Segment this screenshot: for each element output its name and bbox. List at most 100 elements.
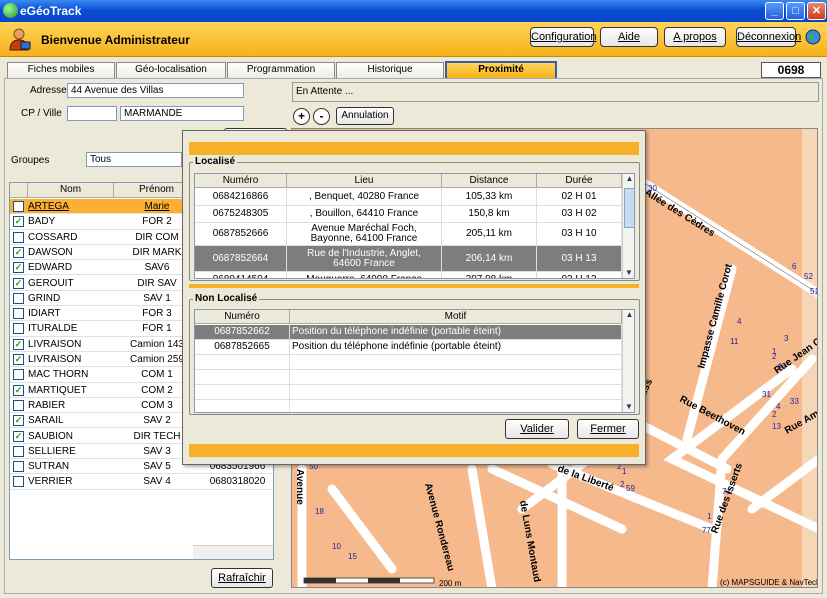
cp-input[interactable] xyxy=(67,106,117,121)
globe-icon[interactable] xyxy=(805,29,821,45)
zoom-in-button[interactable]: + xyxy=(293,108,310,125)
address-number: 43 xyxy=(777,362,786,371)
non-localise-row[interactable]: 0687852662 Position du téléphone indéfini… xyxy=(195,325,622,340)
empty-row xyxy=(195,385,622,400)
row-checkbox[interactable]: ✓ xyxy=(13,384,24,396)
apropos-button[interactable]: A propos xyxy=(664,27,726,47)
tab-programmation[interactable]: Programmation xyxy=(227,62,335,78)
cell-numero: 0687852662 xyxy=(195,325,290,339)
dialog-top-bar xyxy=(189,142,639,155)
proximity-dialog: Localisé Numéro Lieu Distance Durée 0684… xyxy=(182,130,646,465)
cell-numero: 0684216866 xyxy=(195,189,287,205)
rafraichir-button[interactable]: Rafraîchir xyxy=(211,568,273,588)
row-nom: COSSARD xyxy=(28,231,78,243)
nl-numero-header[interactable]: Numéro xyxy=(195,310,290,324)
row-checkbox[interactable]: ✓ xyxy=(13,262,24,274)
cell-distance: 206,14 km xyxy=(442,246,537,271)
row-checkbox[interactable] xyxy=(13,369,24,381)
configuration-button[interactable]: Configuration xyxy=(530,27,596,47)
row-checkbox[interactable] xyxy=(13,476,24,488)
cell-duree: 03 H 12 xyxy=(537,272,622,278)
address-number: 71 xyxy=(722,487,731,496)
cell-numero: 0687852664 xyxy=(195,246,287,271)
duree-header[interactable]: Durée xyxy=(537,174,622,188)
cpville-label: CP / Ville xyxy=(21,108,62,119)
row-nom: BADY xyxy=(28,216,56,228)
aide-button[interactable]: Aide xyxy=(600,27,658,47)
row-checkbox[interactable] xyxy=(13,231,24,243)
address-number: 2 xyxy=(772,352,777,361)
svg-text:200 m: 200 m xyxy=(439,579,462,588)
row-checkbox[interactable]: ✓ xyxy=(13,415,24,427)
address-number: 2 xyxy=(772,410,777,419)
groupes-select[interactable]: Tous xyxy=(86,152,182,167)
tab-geo-localisation[interactable]: Géo-localisation xyxy=(116,62,226,78)
tab-historique[interactable]: Historique xyxy=(336,62,444,78)
cell-numero: 0687852665 xyxy=(195,340,290,354)
tab-proximite[interactable]: Proximité xyxy=(445,61,557,78)
row-checkbox[interactable]: ✓ xyxy=(13,430,24,442)
deconnexion-button[interactable]: Déconnexion xyxy=(736,27,801,47)
valider-button[interactable]: Valider xyxy=(505,419,569,439)
localise-row[interactable]: 0684216866, Benquet, 40280 France 105,33 … xyxy=(195,189,622,206)
annulation-button[interactable]: Annulation xyxy=(336,107,394,125)
row-checkbox[interactable]: ✓ xyxy=(13,354,24,365)
close-button[interactable]: ✕ xyxy=(807,2,826,20)
tab-fiches-mobiles[interactable]: Fiches mobiles xyxy=(7,62,115,78)
table-row[interactable]: VERRIER SAV 4 0680318020 xyxy=(10,474,273,490)
adresse-label: Adresse xyxy=(30,85,67,96)
cell-distance: 205,11 km xyxy=(442,223,537,245)
localise-row[interactable]: 0675248305, Bouillon, 64410 France 150,8 … xyxy=(195,206,622,223)
row-prenom: SAV 4 xyxy=(143,476,171,488)
lieu-header[interactable]: Lieu xyxy=(287,174,442,188)
row-checkbox[interactable]: ✓ xyxy=(13,246,24,258)
row-checkbox[interactable] xyxy=(13,201,24,212)
row-checkbox[interactable] xyxy=(13,445,24,457)
row-nom: DAWSON xyxy=(28,246,73,258)
row-checkbox[interactable] xyxy=(13,461,24,473)
checkbox-header xyxy=(10,183,28,198)
row-checkbox[interactable] xyxy=(13,323,24,335)
row-checkbox[interactable]: ✓ xyxy=(13,277,24,289)
row-nom: SELLIERE xyxy=(28,445,76,457)
cell-numero: 0689414504 xyxy=(195,272,287,278)
minimize-button[interactable]: _ xyxy=(765,2,784,20)
numero-header[interactable]: Numéro xyxy=(195,174,287,188)
cell-numero: 0675248305 xyxy=(195,206,287,222)
row-checkbox[interactable] xyxy=(13,308,24,320)
zoom-out-button[interactable]: - xyxy=(313,108,330,125)
address-number: 30 xyxy=(648,184,657,193)
distance-header[interactable]: Distance xyxy=(442,174,537,188)
map-copyright: (c) MAPSGUIDE & NavTech xyxy=(720,578,818,587)
localise-row[interactable]: 0689414504Mouguerre, 64990 France207,98 … xyxy=(195,272,622,278)
address-number: 77 xyxy=(702,526,711,535)
localise-vscrollbar[interactable]: ▲ ▼ xyxy=(622,174,634,278)
non-localise-vscrollbar[interactable]: ▲ ▼ xyxy=(622,310,634,412)
motif-header[interactable]: Motif xyxy=(290,310,622,324)
localise-row[interactable]: 0687852666 Avenue Maréchal Foch, Bayonne,… xyxy=(195,223,622,246)
non-localise-row[interactable]: 0687852665 Position du téléphone indéfini… xyxy=(195,340,622,355)
address-number: 4 xyxy=(776,402,781,411)
cell-duree: 02 H 01 xyxy=(537,189,622,205)
ville-input[interactable]: MARMANDE xyxy=(120,106,244,121)
localise-row[interactable]: 0687852664 Rue de l'Industrie, Anglet, 64… xyxy=(195,246,622,272)
groupes-label: Groupes xyxy=(11,155,50,166)
row-nom: LIVRAISON xyxy=(28,354,82,365)
maximize-button[interactable]: □ xyxy=(786,2,805,20)
row-nom: SARAIL xyxy=(28,415,64,427)
row-checkbox[interactable]: ✓ xyxy=(13,216,24,228)
row-checkbox[interactable] xyxy=(13,399,24,411)
nom-header[interactable]: Nom xyxy=(28,183,114,198)
empty-row xyxy=(195,370,622,385)
fermer-button[interactable]: Fermer xyxy=(577,419,639,439)
adresse-input[interactable]: 44 Avenue des Villas xyxy=(67,83,244,98)
address-number: 1 xyxy=(707,512,712,521)
cell-motif: Position du téléphone indéfinie (portabl… xyxy=(290,340,622,354)
cell-distance: 150,8 km xyxy=(442,206,537,222)
row-checkbox[interactable] xyxy=(13,292,24,304)
dialog-bottom-bar xyxy=(189,444,639,457)
table-hscrollbar[interactable] xyxy=(193,545,273,559)
row-nom: ARTEGA xyxy=(28,201,69,212)
row-checkbox[interactable]: ✓ xyxy=(13,338,24,350)
non-localise-grid: Numéro Motif 0687852662 Position du télép… xyxy=(194,309,635,413)
